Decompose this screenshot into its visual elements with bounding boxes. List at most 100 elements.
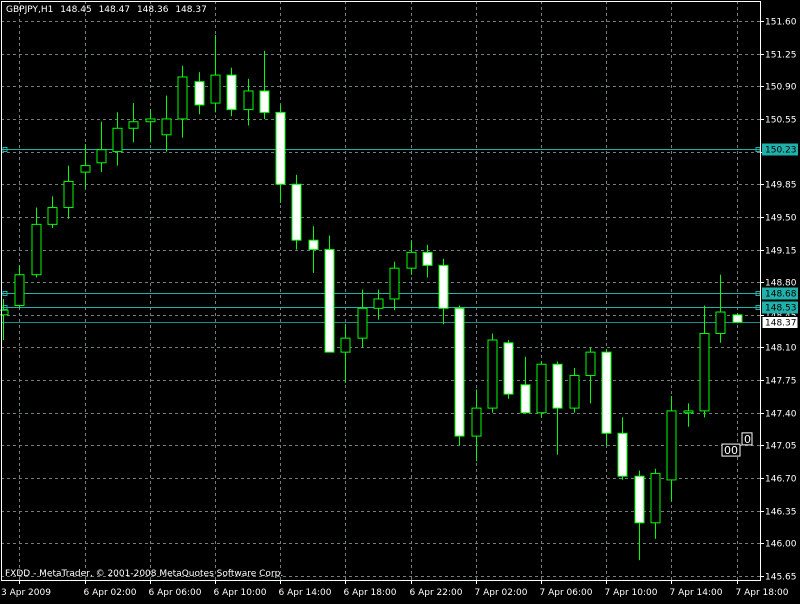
bear-candle-body bbox=[732, 314, 743, 323]
bull-candle-body bbox=[80, 165, 91, 173]
candle bbox=[552, 361, 563, 455]
bull-candle-body bbox=[389, 267, 400, 300]
candle bbox=[243, 78, 254, 126]
candle bbox=[471, 389, 482, 462]
level-lines[interactable] bbox=[1, 147, 761, 323]
y-tick-label: 149.85 bbox=[765, 181, 797, 191]
bull-candle-body bbox=[145, 118, 156, 123]
bull-candle-body bbox=[128, 121, 139, 129]
candle bbox=[210, 34, 221, 113]
candle bbox=[569, 367, 580, 413]
candle bbox=[340, 324, 351, 383]
level-price-label: 150.23 bbox=[765, 146, 797, 156]
bear-candle-body bbox=[634, 475, 645, 524]
y-tick-label: 147.40 bbox=[765, 410, 797, 420]
candle bbox=[194, 72, 205, 115]
bear-candle-body bbox=[291, 183, 302, 241]
chart-canvas[interactable]: 000 151.60151.25150.90150.55150.20149.85… bbox=[0, 0, 800, 600]
bear-candle-body bbox=[601, 351, 612, 434]
candle bbox=[324, 235, 335, 353]
bull-candle-body bbox=[357, 307, 368, 339]
y-tick-label: 147.05 bbox=[765, 442, 797, 452]
bull-candle-body bbox=[569, 374, 580, 409]
high-value: 148.47 bbox=[98, 5, 131, 15]
candle bbox=[128, 103, 139, 143]
candle bbox=[634, 470, 645, 561]
candle bbox=[47, 196, 58, 229]
bear-candle-body bbox=[503, 342, 514, 395]
price-tags: 150.23 148.68 148.53 148.37 bbox=[761, 143, 799, 329]
bull-candle-body bbox=[243, 90, 254, 111]
y-tick-label: 146.70 bbox=[765, 475, 797, 485]
candle bbox=[666, 395, 677, 502]
y-tick-label: 150.55 bbox=[765, 116, 797, 126]
bear-candle-body bbox=[552, 363, 563, 409]
candle bbox=[601, 349, 612, 446]
candle bbox=[161, 95, 172, 152]
time-scale[interactable]: 3 Apr 2009 6 Apr 02:00 6 Apr 06:00 6 Apr 10… bbox=[1, 588, 789, 598]
x-tick-label: 7 Apr 18:00 bbox=[736, 588, 789, 598]
candle bbox=[617, 417, 628, 480]
bull-candle-body bbox=[63, 180, 74, 209]
pattern-label: 00 bbox=[724, 444, 738, 457]
candle bbox=[454, 305, 465, 446]
chart-window[interactable]: 000 151.60151.25150.90150.55150.20149.85… bbox=[0, 0, 800, 600]
candle bbox=[357, 289, 368, 348]
bull-candle-body bbox=[340, 337, 351, 353]
candle bbox=[406, 240, 417, 275]
candle bbox=[96, 121, 107, 173]
x-tick-label: 7 Apr 10:00 bbox=[605, 588, 658, 598]
candle bbox=[732, 312, 743, 324]
y-tick-label: 148.10 bbox=[765, 344, 797, 354]
bull-candle-body bbox=[471, 407, 482, 437]
candle bbox=[80, 144, 91, 189]
level-price-label: 148.53 bbox=[765, 304, 797, 314]
bull-candle-body bbox=[666, 410, 677, 481]
candle bbox=[389, 261, 400, 311]
bear-candle-body bbox=[324, 249, 335, 353]
bear-candle-body bbox=[520, 384, 531, 414]
candle bbox=[226, 67, 237, 117]
bear-candle-body bbox=[308, 239, 319, 251]
candle bbox=[520, 356, 531, 414]
candle bbox=[259, 50, 270, 119]
bear-candle-body bbox=[617, 432, 628, 477]
candle bbox=[683, 403, 694, 427]
bull-candle-body bbox=[14, 274, 25, 306]
plot-frame bbox=[1, 1, 761, 581]
x-tick-label: 3 Apr 2009 bbox=[1, 588, 51, 598]
y-tick-label: 146.00 bbox=[765, 540, 797, 550]
y-tick-label: 149.50 bbox=[765, 214, 797, 224]
bull-candle-body bbox=[112, 127, 123, 153]
copyright-label: FXDD - MetaTrader, © 2001-2008 MetaQuote… bbox=[5, 569, 284, 579]
price-scale[interactable]: 151.60151.25150.90150.55150.20149.85149.… bbox=[765, 18, 797, 583]
candle bbox=[275, 104, 286, 203]
candle bbox=[145, 109, 156, 143]
y-tick-label: 145.65 bbox=[765, 573, 797, 583]
x-tick-label: 6 Apr 02:00 bbox=[84, 588, 137, 598]
candle bbox=[650, 468, 661, 539]
candle bbox=[177, 65, 188, 138]
bull-candle-body bbox=[487, 339, 498, 409]
current-price-label: 148.37 bbox=[765, 319, 797, 329]
candle bbox=[31, 207, 42, 278]
bear-candle-body bbox=[226, 74, 237, 111]
candle bbox=[585, 347, 596, 404]
y-tick-label: 146.35 bbox=[765, 508, 797, 518]
bull-candle-body bbox=[585, 351, 596, 376]
bull-candle-body bbox=[373, 298, 384, 309]
candle bbox=[503, 340, 514, 399]
pattern-label: 0 bbox=[744, 433, 751, 446]
bull-candle-body bbox=[161, 118, 172, 136]
x-tick-label: 6 Apr 10:00 bbox=[214, 588, 267, 598]
x-tick-label: 6 Apr 14:00 bbox=[279, 588, 332, 598]
symbol-label: GBPJPY,H1 bbox=[6, 5, 54, 15]
bear-candle-body bbox=[275, 111, 286, 185]
candle bbox=[487, 333, 498, 413]
x-tick-label: 7 Apr 06:00 bbox=[540, 588, 593, 598]
grid bbox=[1, 1, 760, 580]
candle bbox=[536, 361, 547, 418]
bull-candle-body bbox=[177, 76, 188, 120]
bull-candle-body bbox=[31, 223, 42, 276]
bear-candle-body bbox=[194, 81, 205, 106]
